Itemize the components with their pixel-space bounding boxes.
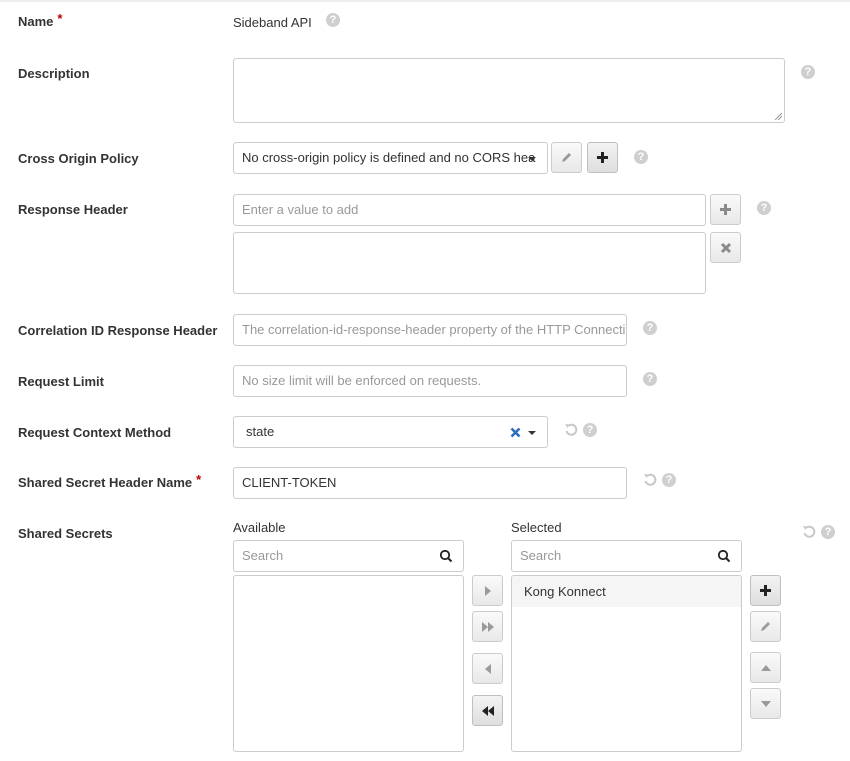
caret-up-icon bbox=[760, 664, 771, 671]
double-caret-right-icon bbox=[481, 621, 494, 632]
move-all-right-button[interactable] bbox=[472, 611, 503, 642]
move-up-button[interactable] bbox=[750, 652, 781, 683]
edit-shared-secret-button[interactable] bbox=[750, 611, 781, 642]
request-context-method-label: Request Context Method bbox=[18, 425, 172, 440]
undo-icon[interactable] bbox=[643, 473, 657, 487]
move-all-left-button[interactable] bbox=[472, 695, 503, 726]
shared-secret-header-input[interactable]: CLIENT-TOKEN bbox=[233, 467, 627, 499]
double-caret-left-icon bbox=[481, 705, 494, 716]
caret-down-icon bbox=[760, 700, 771, 707]
response-header-label: Response Header bbox=[18, 202, 128, 217]
help-icon[interactable]: ? bbox=[326, 13, 340, 27]
cross-origin-policy-label: Cross Origin Policy bbox=[18, 151, 139, 166]
search-icon[interactable] bbox=[439, 549, 453, 563]
plus-icon bbox=[720, 204, 731, 215]
description-textarea[interactable] bbox=[233, 58, 785, 123]
add-cross-origin-policy-button[interactable] bbox=[587, 142, 618, 173]
help-icon[interactable]: ? bbox=[643, 372, 657, 386]
request-context-method-select[interactable]: state bbox=[233, 416, 548, 448]
selected-search-input[interactable]: Search bbox=[511, 540, 742, 572]
undo-icon[interactable] bbox=[802, 525, 816, 539]
add-shared-secret-button[interactable] bbox=[750, 575, 781, 606]
caret-down-icon bbox=[528, 431, 536, 435]
caret-down-icon bbox=[528, 157, 536, 161]
times-icon bbox=[720, 242, 731, 253]
edit-cross-origin-policy-button[interactable] bbox=[551, 142, 582, 173]
list-item[interactable]: Kong Konnect bbox=[512, 576, 741, 607]
shared-secret-header-label: Shared Secret Header Name * bbox=[18, 472, 202, 490]
help-icon[interactable]: ? bbox=[757, 201, 771, 215]
selected-list[interactable]: Kong Konnect bbox=[511, 575, 742, 752]
pencil-icon bbox=[761, 622, 770, 631]
move-right-button[interactable] bbox=[472, 575, 503, 606]
name-label: Name * bbox=[18, 11, 63, 29]
available-search-input[interactable]: Search bbox=[233, 540, 464, 572]
clear-selection-icon[interactable] bbox=[510, 427, 521, 438]
request-limit-label: Request Limit bbox=[18, 374, 104, 389]
help-icon[interactable]: ? bbox=[662, 473, 676, 487]
pencil-icon bbox=[562, 153, 571, 162]
top-divider bbox=[0, 0, 850, 2]
description-label: Description bbox=[18, 66, 90, 81]
required-marker: * bbox=[196, 472, 202, 487]
caret-left-icon bbox=[484, 663, 491, 674]
request-limit-input[interactable]: No size limit will be enforced on reques… bbox=[233, 365, 627, 397]
required-marker: * bbox=[57, 11, 63, 26]
add-response-header-button[interactable] bbox=[710, 194, 741, 225]
help-icon[interactable]: ? bbox=[583, 423, 597, 437]
correlation-id-input[interactable]: The correlation-id-response-header prope… bbox=[233, 314, 627, 346]
response-header-values-list[interactable] bbox=[233, 232, 706, 294]
undo-icon[interactable] bbox=[564, 423, 578, 437]
plus-icon bbox=[597, 152, 608, 163]
help-icon[interactable]: ? bbox=[634, 150, 648, 164]
help-icon[interactable]: ? bbox=[801, 65, 815, 79]
resize-grip-icon[interactable] bbox=[774, 112, 782, 120]
caret-right-icon bbox=[484, 585, 491, 596]
plus-icon bbox=[760, 585, 771, 596]
search-icon[interactable] bbox=[717, 549, 731, 563]
response-header-input[interactable]: Enter a value to add bbox=[233, 194, 706, 226]
available-title: Available bbox=[233, 520, 286, 535]
help-icon[interactable]: ? bbox=[643, 321, 657, 335]
help-icon[interactable]: ? bbox=[821, 525, 835, 539]
available-list[interactable] bbox=[233, 575, 464, 752]
remove-response-header-button[interactable] bbox=[710, 232, 741, 263]
move-left-button[interactable] bbox=[472, 653, 503, 684]
shared-secrets-label: Shared Secrets bbox=[18, 526, 113, 541]
selected-title: Selected bbox=[511, 520, 562, 535]
move-down-button[interactable] bbox=[750, 688, 781, 719]
name-value: Sideband API bbox=[233, 15, 312, 30]
correlation-id-label: Correlation ID Response Header bbox=[18, 323, 218, 338]
cross-origin-policy-select[interactable]: No cross-origin policy is defined and no… bbox=[233, 142, 548, 174]
